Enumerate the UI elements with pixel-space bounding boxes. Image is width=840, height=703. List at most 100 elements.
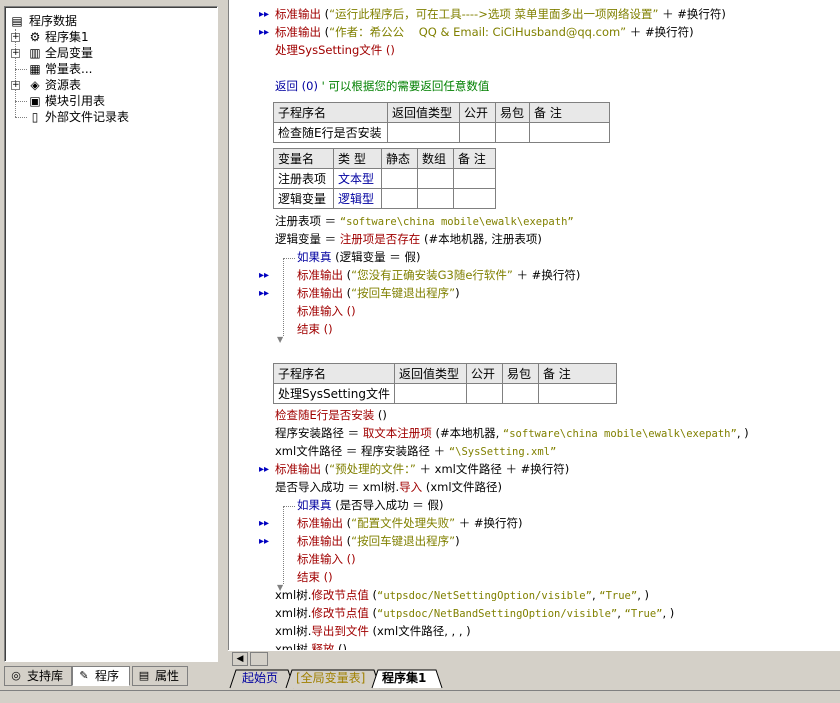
code-text: 是否导入成功 ＝ xml树. <box>275 480 400 494</box>
code-text: xml文件路径 ＝ 程序安装路径 ＋ <box>275 444 449 458</box>
code-line[interactable]: 标准输出 (“预处理的文件：” ＋ xml文件路径 ＋ #换行符) <box>275 461 569 478</box>
code-text: ( <box>368 606 378 620</box>
code-line[interactable]: 检查随E行是否安装 () <box>275 407 387 424</box>
code-line[interactable]: 标准输出 (“按回车键退出程序”) <box>297 533 460 550</box>
table-header: 公开 <box>465 363 503 384</box>
table-cell[interactable]: 逻辑变量 <box>273 188 334 209</box>
table-cell[interactable] <box>387 122 460 143</box>
block-guide <box>283 258 295 259</box>
code-fn: 检查随E行是否安装 <box>275 408 375 422</box>
tab-property[interactable]: ▤ 属性 <box>132 666 188 686</box>
code-line-if[interactable]: 如果真 (是否导入成功 ＝ 假) <box>297 497 443 514</box>
table-cell[interactable] <box>381 168 418 189</box>
tab-start-page[interactable]: 起始页 <box>232 670 288 688</box>
global-var-icon: ▥ <box>29 46 41 60</box>
table-cell[interactable]: 检查随E行是否安装 <box>273 122 388 143</box>
code-line[interactable]: 标准输出 (“您没有正确安装G3随e行软件” ＋ #换行符) <box>297 267 580 284</box>
subroutine-table: 子程序名 返回值类型 公开 易包 备 注 处理SysSetting文件 <box>273 363 617 404</box>
table-cell[interactable]: 注册表项 <box>273 168 334 189</box>
program-tab-icon: ✎ <box>79 669 89 682</box>
code-fn: 释放 <box>311 642 335 650</box>
tree-item-constants[interactable]: ▦ 常量表... <box>11 61 211 77</box>
tab-support-library[interactable]: ◎ 支持库 <box>4 666 72 686</box>
code-text: , ) <box>736 426 749 440</box>
table-cell[interactable] <box>453 168 496 189</box>
expand-icon[interactable]: + <box>11 81 20 90</box>
table-cell[interactable] <box>529 122 610 143</box>
code-text: (xml文件路径) <box>422 480 503 494</box>
code-line[interactable]: 结束 () <box>297 321 333 338</box>
table-cell[interactable]: 逻辑型 <box>333 188 382 209</box>
code-line[interactable]: xml树.修改节点值 (“utpsdoc/NetBandSettingOptio… <box>275 605 674 622</box>
code-line[interactable]: 逻辑变量 ＝ 注册项是否存在 (#本地机器, 注册表项) <box>275 231 542 248</box>
table-cell[interactable] <box>495 122 530 143</box>
tab-program[interactable]: ✎ 程序 <box>72 666 130 686</box>
table-cell[interactable]: 处理SysSetting文件 <box>273 383 395 404</box>
line-marker-icon: ▸▸ <box>259 270 270 281</box>
table-cell[interactable] <box>417 188 454 209</box>
tree-item-external-files[interactable]: ▯ 外部文件记录表 <box>11 109 211 125</box>
library-icon: ◎ <box>11 669 21 682</box>
code-line[interactable]: 处理SysSetting文件 () <box>275 42 395 59</box>
scroll-thumb[interactable] <box>250 652 268 666</box>
block-guide <box>283 258 284 336</box>
property-icon: ▤ <box>138 669 150 682</box>
tree-root[interactable]: ▤ 程序数据 <box>9 13 209 29</box>
code-line[interactable]: 是否导入成功 ＝ xml树.导入 (xml文件路径) <box>275 479 502 496</box>
table-header: 返回值类型 <box>393 363 467 384</box>
table-cell[interactable] <box>465 383 503 404</box>
tab-program-set[interactable]: 程序集1 <box>372 670 436 688</box>
code-fn: 导出到文件 <box>311 624 369 638</box>
table-cell[interactable] <box>501 383 539 404</box>
scroll-left-icon[interactable]: ◀ <box>232 652 248 666</box>
code-line[interactable]: 标准输入 () <box>297 303 356 320</box>
code-line[interactable]: 标准输入 () <box>297 551 356 568</box>
code-keyword: 如果真 <box>297 498 332 512</box>
code-line[interactable]: 注册表项 ＝ “software\china mobile\ewalk\exep… <box>275 213 574 230</box>
tree-item-module-refs[interactable]: ▣ 模块引用表 <box>11 93 211 109</box>
tree-item-program-set[interactable]: + ⚙ 程序集1 <box>11 29 211 45</box>
code-line[interactable]: xml文件路径 ＝ 程序安装路径 ＋ “\SysSetting.xml” <box>275 443 556 460</box>
tree-item-label: 程序集1 <box>45 30 89 44</box>
table-header: 公开 <box>459 102 496 123</box>
expand-icon[interactable]: + <box>11 49 20 58</box>
code-text: (xml文件路径, , , ) <box>368 624 471 638</box>
table-cell[interactable] <box>417 168 454 189</box>
code-line[interactable]: 程序安装路径 ＝ 取文本注册项 (#本地机器, “software\china … <box>275 425 749 442</box>
tab-global-vars[interactable]: [全局变量表] <box>286 670 375 688</box>
table-cell[interactable]: 文本型 <box>333 168 382 189</box>
code-string: “您没有正确安装G3随e行软件” <box>351 268 513 282</box>
code-string: “按回车键退出程序” <box>351 534 456 548</box>
code-line[interactable]: xml树.导出到文件 (xml文件路径, , , ) <box>275 623 471 640</box>
code-line[interactable]: 标准输出 (“配置文件处理失败” ＋ #换行符) <box>297 515 523 532</box>
code-line[interactable]: xml树.释放 () <box>275 641 347 650</box>
code-text: ＋ #换行符) <box>626 25 694 39</box>
code-text: 逻辑变量 ＝ <box>275 232 340 246</box>
table-header: 子程序名 <box>273 363 395 384</box>
code-line-if[interactable]: 如果真 (逻辑变量 ＝ 假) <box>297 249 420 266</box>
status-bar <box>0 690 840 703</box>
tree-item-resources[interactable]: + ◈ 资源表 <box>11 77 211 93</box>
table-cell[interactable] <box>381 188 418 209</box>
table-header: 类 型 <box>333 148 382 169</box>
horizontal-scrollbar[interactable]: ◀ <box>228 650 840 666</box>
table-cell[interactable] <box>393 383 467 404</box>
table-header: 静态 <box>381 148 418 169</box>
code-keyword: 如果真 <box>297 250 332 264</box>
code-editor[interactable]: ▸▸ 标准输出 (“运行此程序后，可在工具---->选项 菜单里面多出一项网络设… <box>228 0 840 650</box>
table-cell[interactable] <box>453 188 496 209</box>
code-line[interactable]: xml树.修改节点值 (“utpsdoc/NetSettingOption/vi… <box>275 587 649 604</box>
expand-icon[interactable]: + <box>11 33 20 42</box>
code-line[interactable]: 标准输出 (“作者：希公公 QQ & Email: CiCiHusband@qq… <box>275 24 694 41</box>
table-cell[interactable] <box>537 383 617 404</box>
code-line[interactable]: 结束 () <box>297 569 333 586</box>
code-line-return[interactable]: 返回 (0) ' 可以根据您的需要返回任意数值 <box>275 78 489 95</box>
code-line[interactable]: 标准输出 (“按回车键退出程序”) <box>297 285 460 302</box>
code-text: 程序安装路径 ＝ <box>275 426 363 440</box>
program-data-tree[interactable]: ▤ 程序数据 + ⚙ 程序集1 + ▥ 全局变量 ▦ 常量表... + ◈ 资源… <box>4 6 218 662</box>
table-cell[interactable] <box>459 122 496 143</box>
code-line[interactable]: 标准输出 (“运行此程序后，可在工具---->选项 菜单里面多出一项网络设置” … <box>275 6 726 23</box>
code-text: ＋ xml文件路径 ＋ #换行符) <box>415 462 570 476</box>
tree-item-global-vars[interactable]: + ▥ 全局变量 <box>11 45 211 61</box>
code-text: xml树. <box>275 624 312 638</box>
